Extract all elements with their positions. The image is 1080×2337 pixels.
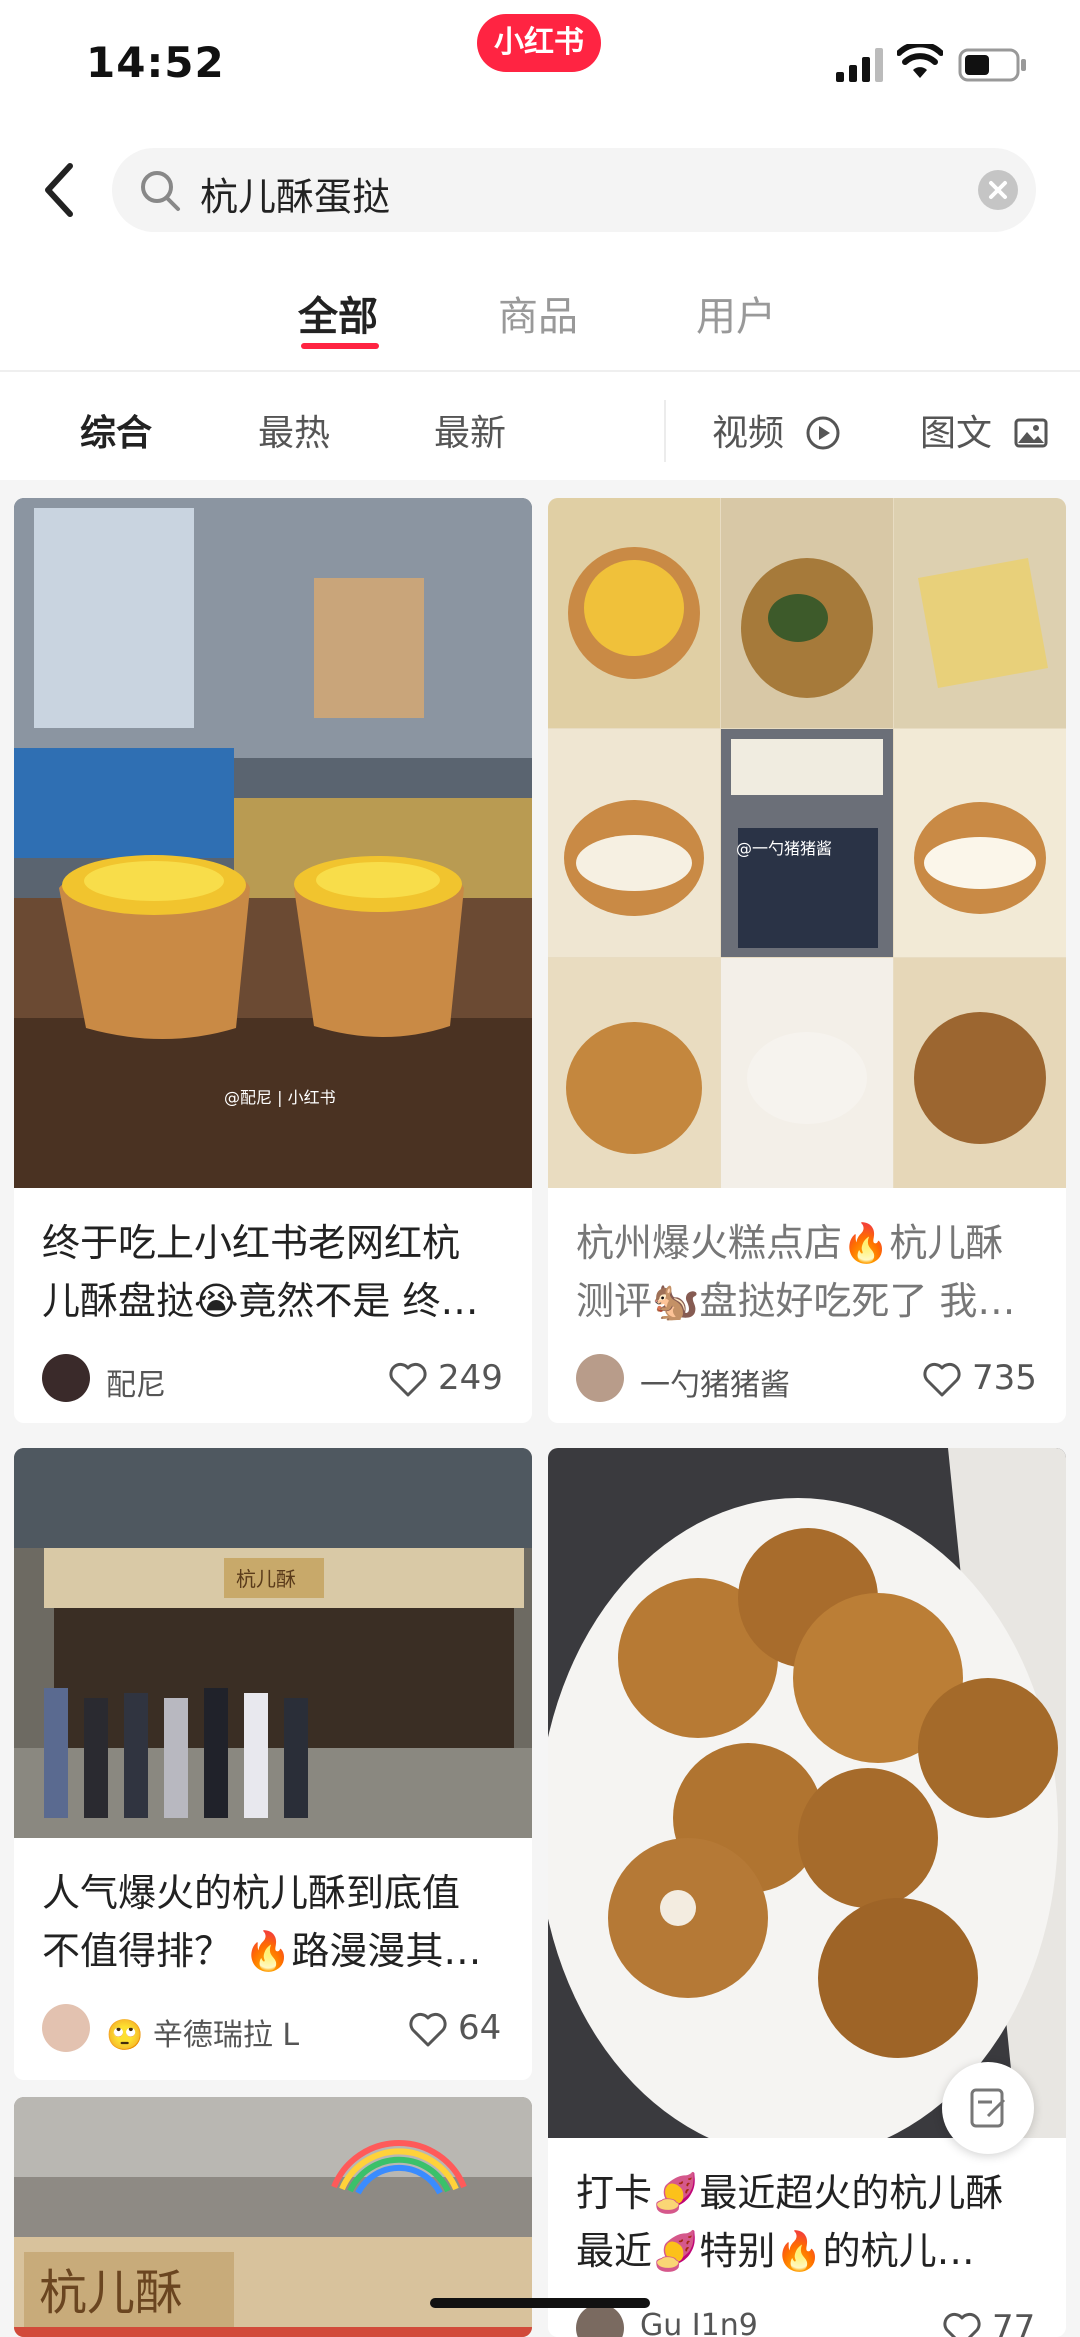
store-sign-text: 杭儿酥 <box>236 1567 296 1591</box>
post-author[interactable]: 🙄 辛德瑞拉 L <box>106 2010 299 2054</box>
store-sign-text: 杭儿酥 <box>39 2265 183 2321</box>
post-image-pastry-collage: @一勺猪猪酱 <box>548 498 1066 1188</box>
heart-icon[interactable] <box>922 1362 962 1398</box>
post-author[interactable]: 一勺猪猪酱 <box>640 1360 790 1404</box>
filter-image-text[interactable]: 图文 <box>920 404 1049 456</box>
app-badge: 小红书 <box>477 14 601 72</box>
divider <box>0 370 1080 372</box>
tab-users[interactable]: 用户 <box>696 284 776 342</box>
search-query: 杭儿酥蛋挞 <box>200 175 391 219</box>
post-image-egg-tart: @配尼 | 小红书 <box>14 498 532 1188</box>
heart-icon[interactable] <box>388 1362 428 1398</box>
status-time: 14:52 <box>86 38 225 87</box>
post-author[interactable]: Gu I1n9 <box>640 2308 758 2337</box>
search-input[interactable]: 杭儿酥蛋挞 <box>112 148 1036 232</box>
filter-comprehensive[interactable]: 综合 <box>80 404 152 456</box>
image-watermark: @配尼 | 小红书 <box>224 1088 336 1107</box>
signal-icon <box>836 48 883 82</box>
like-count: 735 <box>972 1358 1037 1398</box>
post-author[interactable]: 配尼 <box>106 1360 166 1404</box>
home-indicator[interactable] <box>430 2298 650 2308</box>
post-card[interactable]: @一勺猪猪酱 杭州爆火糕点店🔥杭儿酥 测评🐿️盘挞好吃死了 我… 一勺猪猪酱 73… <box>548 498 1066 1423</box>
filter-video-label: 视频 <box>712 413 785 454</box>
like-count: 77 <box>992 2308 1036 2337</box>
tab-all[interactable]: 全部 <box>298 284 378 342</box>
avatar[interactable] <box>42 1354 90 1402</box>
active-tab-indicator <box>301 343 379 349</box>
post-title: 打卡🍠最近超火的杭儿酥 最近🍠特别🔥的杭儿… <box>576 2171 1004 2273</box>
image-caption: @一勺猪猪酱 <box>736 839 832 858</box>
post-title: 杭州爆火糕点店🔥杭儿酥 测评🐿️盘挞好吃死了 我… <box>576 1221 1016 1323</box>
avatar[interactable] <box>576 1354 624 1402</box>
post-title: 终于吃上小红书老网红杭 儿酥盘挞😭竟然不是 终… <box>42 1221 479 1323</box>
filter-video[interactable]: 视频 <box>712 404 841 456</box>
status-bar: 14:52 小红书 <box>0 0 1080 130</box>
like-count: 64 <box>458 2008 502 2048</box>
note-button[interactable] <box>942 2062 1034 2154</box>
avatar[interactable] <box>576 2304 624 2337</box>
wifi-icon <box>897 44 943 78</box>
post-title: 人气爆火的杭儿酥到底值 不值得排？ 🔥路漫漫其… <box>42 1871 482 1973</box>
heart-icon[interactable] <box>942 2312 982 2337</box>
heart-icon[interactable] <box>408 2012 448 2048</box>
post-image-storefront-queue: 杭儿酥 <box>14 1448 532 1838</box>
post-card[interactable]: 杭儿酥 人气爆火的杭儿酥到底值 不值得排？ 🔥路漫漫其… 🙄 辛德瑞拉 L 64 <box>14 1448 532 2080</box>
tab-products[interactable]: 商品 <box>498 284 578 342</box>
image-icon <box>1014 418 1048 448</box>
post-card[interactable]: 打卡🍠最近超火的杭儿酥 最近🍠特别🔥的杭儿… Gu I1n9 77 <box>548 1448 1066 2337</box>
close-icon <box>989 181 1007 199</box>
search-icon <box>141 171 180 211</box>
clear-search-button[interactable] <box>978 170 1018 210</box>
like-count: 249 <box>438 1358 503 1398</box>
post-card[interactable]: @配尼 | 小红书 终于吃上小红书老网红杭 儿酥盘挞😭竟然不是 终… 配尼 249 <box>14 498 532 1423</box>
play-icon <box>806 416 840 450</box>
back-arrow-icon[interactable] <box>40 160 80 220</box>
filter-hottest[interactable]: 最热 <box>258 404 330 456</box>
post-image-cream-puff <box>548 1448 1066 2138</box>
filter-image-text-label: 图文 <box>920 413 993 454</box>
divider <box>664 400 666 462</box>
filter-newest[interactable]: 最新 <box>434 404 506 456</box>
avatar[interactable] <box>42 2004 90 2052</box>
edit-note-icon <box>970 2088 1006 2128</box>
battery-icon <box>958 48 1026 82</box>
